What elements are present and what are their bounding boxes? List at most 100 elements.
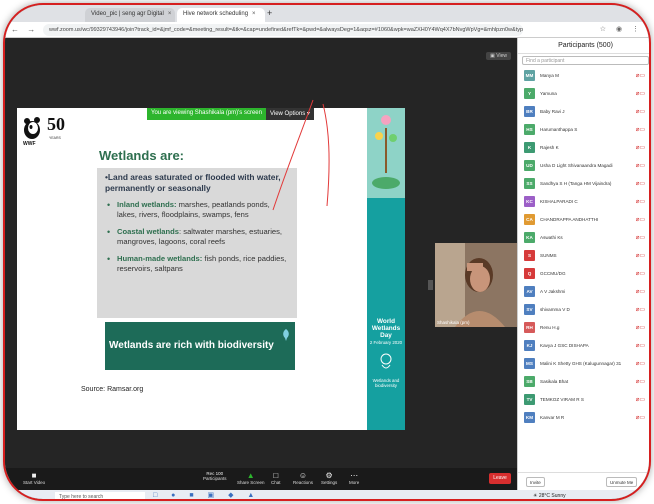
participant-list: MM Manya M ⌀▭ Y Yamuna ⌀▭ BR Baby Ravi J ⌀▭ HS Har… <box>518 67 649 427</box>
photo-frame: Video_pic | seng agr Digital × Hive netwo… <box>3 3 651 501</box>
mic-muted-icon[interactable]: ⌀▭ <box>636 126 645 133</box>
participant-row[interactable]: KA Aswathi Ks ⌀▭ <box>518 229 649 247</box>
chat-button[interactable]: □ Chat <box>271 471 281 485</box>
participant-search-input[interactable]: Find a participant <box>522 56 649 65</box>
avatar: RH <box>524 322 535 333</box>
close-icon[interactable]: × <box>252 11 256 17</box>
avatar: SB <box>524 376 535 387</box>
mic-muted-icon[interactable]: ⌀▭ <box>636 288 645 295</box>
mic-muted-icon[interactable]: ⌀▭ <box>636 306 645 313</box>
participant-row[interactable]: KC KISHALPARADI C ⌀▭ <box>518 193 649 211</box>
avatar: MM <box>524 70 535 81</box>
participant-row[interactable]: K Rajesh K ⌀▭ <box>518 139 649 157</box>
mic-muted-icon[interactable]: ⌀▭ <box>636 252 645 259</box>
gear-icon: ⚙ <box>325 471 333 480</box>
mic-muted-icon[interactable]: ⌀▭ <box>636 360 645 367</box>
share-screen-icon: ▲ <box>246 471 255 480</box>
fifty-years-logo: 50 <box>47 114 65 134</box>
chat-icon: □ <box>273 471 279 480</box>
avatar: CA <box>524 214 535 225</box>
mic-muted-icon[interactable]: ⌀▭ <box>636 324 645 331</box>
toolbar-label: More <box>349 480 360 485</box>
bullet-coastal: Coastal wetlands: saltwater marshes, est… <box>105 227 289 247</box>
collapse-video-handle[interactable] <box>428 280 433 290</box>
participant-row[interactable]: MM Manya M ⌀▭ <box>518 67 649 85</box>
presenter-name: Shashikala (pm) <box>437 320 470 325</box>
avatar: AV <box>524 286 535 297</box>
participant-row[interactable]: UD Usha D Light Shivanaandra Magadi ⌀▭ <box>518 157 649 175</box>
tab-label: Video_pic | seng agr Digital <box>91 11 164 17</box>
participant-row[interactable]: SB Sasikala Bhat ⌀▭ <box>518 373 649 391</box>
participants-button[interactable]: Rec 100 Participants <box>203 471 227 481</box>
participant-row[interactable]: SV shivamma V D ⌀▭ <box>518 301 649 319</box>
mic-muted-icon[interactable]: ⌀▭ <box>636 198 645 205</box>
mic-muted-icon[interactable]: ⌀▭ <box>636 378 645 385</box>
toolbar-label: Participants <box>203 476 227 481</box>
participant-row[interactable]: AV A V Jakshmi ⌀▭ <box>518 283 649 301</box>
mic-muted-icon[interactable]: ⌀▭ <box>636 234 645 241</box>
participant-row[interactable]: BR Baby Ravi J ⌀▭ <box>518 103 649 121</box>
extension-icons[interactable]: ☆ ◉ ⋮ <box>600 25 643 33</box>
avatar: KJ <box>524 340 535 351</box>
reactions-button[interactable]: ☺ Reactions <box>293 471 313 485</box>
participant-row[interactable]: RH Renu H.g ⌀▭ <box>518 319 649 337</box>
more-button[interactable]: ⋯ More <box>349 471 359 485</box>
avatar: Y <box>524 88 535 99</box>
unmute-me-button[interactable]: Unmute Me <box>606 477 638 487</box>
mic-muted-icon[interactable]: ⌀▭ <box>636 396 645 403</box>
participant-row[interactable]: Q GCCMU/DG ⌀▭ <box>518 265 649 283</box>
mic-muted-icon[interactable]: ⌀▭ <box>636 342 645 349</box>
url-field[interactable]: wwf.zoom.us/wc/99329743946/join?track_id… <box>43 24 523 36</box>
mic-muted-icon[interactable]: ⌀▭ <box>636 414 645 421</box>
avatar: TV <box>524 394 535 405</box>
mic-muted-icon[interactable]: ⌀▭ <box>636 180 645 187</box>
start-video-button[interactable]: ■ Start Video <box>23 471 45 485</box>
participant-row[interactable]: CA CHANDRAPPA ANDHATTHI ⌀▭ <box>518 211 649 229</box>
participant-row[interactable]: S SUNMS ⌀▭ <box>518 247 649 265</box>
participant-row[interactable]: TV TEMKOZ VIRAM R S ⌀▭ <box>518 391 649 409</box>
participant-name: Aswathi Ks <box>540 235 563 240</box>
participant-name: Malini K Shetty GHS (Kalugunnagar) 31 <box>540 361 622 366</box>
avatar: MS <box>524 358 535 369</box>
browser-tab-1[interactable]: Video_pic | seng agr Digital × <box>85 8 175 22</box>
mic-muted-icon[interactable]: ⌀▭ <box>636 108 645 115</box>
participant-row[interactable]: Y Yamuna ⌀▭ <box>518 85 649 103</box>
participant-name: CHANDRAPPA ANDHATTHI <box>540 217 599 222</box>
slide-title: Wetlands are: <box>99 148 185 163</box>
share-screen-button[interactable]: ▲ Share Screen <box>237 471 265 485</box>
toolbar-label: Reactions <box>293 480 314 485</box>
mic-muted-icon[interactable]: ⌀▭ <box>636 72 645 79</box>
participant-row[interactable]: KJ Kavya J GSC DISHAPA ⌀▭ <box>518 337 649 355</box>
participant-name: KISHALPARADI C <box>540 199 578 204</box>
biodiversity-banner: Wetlands are rich with biodiversity <box>105 322 295 370</box>
mic-muted-icon[interactable]: ⌀▭ <box>636 144 645 151</box>
weather-widget[interactable]: ☀ 28°C Sunny <box>533 493 566 499</box>
browser-tab-2[interactable]: Hive network scheduling × <box>177 8 265 22</box>
taskbar-search-input[interactable]: Type here to search <box>55 492 145 499</box>
new-tab-button[interactable]: + <box>267 8 272 18</box>
wetlands-day-panel: World Wetlands Day 2 February 2020 Wetla… <box>367 108 405 430</box>
settings-button[interactable]: ⚙ Settings <box>321 471 337 485</box>
mic-muted-icon[interactable]: ⌀▭ <box>636 216 645 223</box>
participant-row[interactable]: HS Harumanthappa S ⌀▭ <box>518 121 649 139</box>
participant-name: Sandhya S H (Tanga HM Vijaindra) <box>540 181 612 186</box>
leave-button[interactable]: Leave <box>489 473 511 484</box>
participant-row[interactable]: SS Sandhya S H (Tanga HM Vijaindra) ⌀▭ <box>518 175 649 193</box>
close-icon[interactable]: × <box>168 11 172 17</box>
toolbar-label: Start Video <box>23 480 46 485</box>
wetlands-day-title: World Wetlands Day <box>371 318 401 339</box>
mic-muted-icon[interactable]: ⌀▭ <box>636 90 645 97</box>
invite-button[interactable]: Invite <box>526 477 545 487</box>
taskbar-app-icons[interactable]: □ ● ■ ▣ ◆ ▲ <box>153 491 260 499</box>
toolbar-label: Settings <box>321 480 338 485</box>
mic-muted-icon[interactable]: ⌀▭ <box>636 270 645 277</box>
avatar: KM <box>524 412 535 423</box>
participant-row[interactable]: MS Malini K Shetty GHS (Kalugunnagar) 31 ⌀… <box>518 355 649 373</box>
windows-start-icon[interactable]: ⊞ <box>11 491 18 499</box>
mic-muted-icon[interactable]: ⌀▭ <box>636 162 645 169</box>
presenter-video[interactable]: Shashikala (pm) <box>435 243 517 327</box>
participant-name: Yamuna <box>540 91 557 96</box>
more-icon: ⋯ <box>350 471 359 480</box>
view-button[interactable]: ▣ View <box>486 52 511 60</box>
participant-row[interactable]: KM Kanvar M R ⌀▭ <box>518 409 649 427</box>
